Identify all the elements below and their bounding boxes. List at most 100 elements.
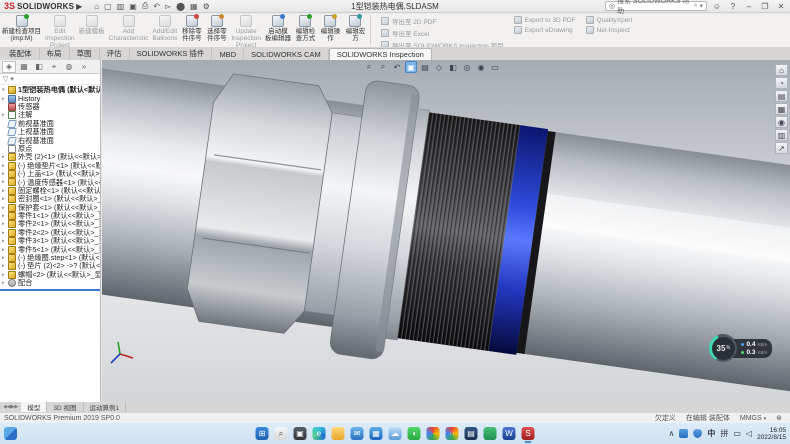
view-settings-icon[interactable]: ▭ xyxy=(489,61,501,73)
ribbon-button[interactable]: 新建模板 xyxy=(77,14,107,50)
word-icon[interactable]: W xyxy=(503,427,516,440)
tree-item[interactable]: ▸ 传感器 xyxy=(0,103,100,111)
solidworks-app-icon[interactable]: S xyxy=(522,427,535,440)
zoom-fit-icon[interactable]: ⌕ xyxy=(363,61,375,73)
tree-item[interactable]: ▸ 原点 xyxy=(0,145,100,153)
ribbon-tab[interactable]: SOLIDWORKS Inspection xyxy=(329,48,432,60)
reader-app-icon[interactable]: ▤ xyxy=(465,427,478,440)
volume-icon[interactable]: ◁ xyxy=(746,429,752,438)
tree-item[interactable]: ▸ 螺帽<2> (默认<<默认>_显示状态 xyxy=(0,271,100,279)
display-style-icon[interactable]: ◧ xyxy=(447,61,459,73)
resources-tab-icon[interactable]: ⌂ xyxy=(775,64,788,76)
ribbon-button[interactable]: Add Characteristic xyxy=(107,14,151,50)
tree-item[interactable]: ▸ (-) 绝缘圈.step<1> (默认<<默认>_ xyxy=(0,254,100,262)
save-icon[interactable]: ▣ xyxy=(127,2,139,11)
tray-chevron-icon[interactable]: ∧ xyxy=(669,429,675,438)
wechat-icon[interactable]: ◖ xyxy=(408,427,421,440)
performance-monitor-overlay[interactable]: 35% 0.4 KB/s 0.3 KB/s xyxy=(709,334,772,362)
tree-item[interactable]: ▸ 右视基准面 xyxy=(0,136,100,144)
tree-item[interactable]: ▸ History xyxy=(0,94,100,102)
zoom-area-icon[interactable]: ⌕ xyxy=(377,61,389,73)
export-button[interactable]: Export to 3D PDF xyxy=(514,16,576,24)
tree-item[interactable]: ▸ 零件1<1> (默认<<默认>_显示状态 xyxy=(0,212,100,220)
ime-language-indicator[interactable]: 中 xyxy=(707,428,715,439)
tree-item[interactable]: ▸ (-) 绝缘垫片<1> (默认<<默认>_显示 xyxy=(0,162,100,170)
ribbon-button[interactable]: 编辑操 作 xyxy=(318,14,343,50)
section-view-icon[interactable]: ▣ xyxy=(405,61,417,73)
status-badge-icon[interactable]: ⊛ xyxy=(776,414,782,422)
ribbon-button[interactable]: Update Inspection Project xyxy=(229,14,263,50)
mail-icon[interactable]: ✉ xyxy=(351,427,364,440)
store-icon[interactable]: ▦ xyxy=(370,427,383,440)
tree-item[interactable]: ▸ 上视基准面 xyxy=(0,128,100,136)
options-icon[interactable]: ⚙ xyxy=(201,2,212,11)
tree-item[interactable]: ▸ 保护套<1> (默认<<默认>_显示状态 xyxy=(0,203,100,211)
restore-button[interactable]: ❐ xyxy=(759,2,771,11)
ribbon-tab[interactable]: 布局 xyxy=(40,47,70,60)
tree-item[interactable]: ▸ 零件2<2> (默认<<默认>_显示状态 xyxy=(0,229,100,237)
displaymanager-tab[interactable]: ◍ xyxy=(62,61,76,73)
tray-app-icon[interactable] xyxy=(679,429,688,438)
document-tab[interactable]: 3D 视图 xyxy=(47,402,83,412)
search-icon[interactable]: ⌕ xyxy=(275,427,288,440)
clock[interactable]: 16:05 2022/8/15 xyxy=(757,427,786,441)
export-button[interactable]: 导出至 2D PDF xyxy=(381,16,504,26)
tree-root-item[interactable]: ▾ 1型铠装热电偶 (默认<默认_显示状态-1 xyxy=(0,86,100,94)
ribbon-tab[interactable]: 评估 xyxy=(100,47,130,60)
ribbon-button[interactable]: 移除零 件序号 xyxy=(179,14,204,50)
chrome-icon[interactable]: ◌ xyxy=(446,427,459,440)
dimxpert-tab[interactable]: ⌖ xyxy=(47,61,61,73)
ribbon-tab[interactable]: SOLIDWORKS 插件 xyxy=(130,47,213,60)
help-button[interactable]: ? xyxy=(727,2,739,11)
tree-item[interactable]: ▸ 配合 xyxy=(0,279,100,287)
panel-splitter[interactable] xyxy=(0,289,100,291)
tree-filter-row[interactable]: ▽ ▾ xyxy=(0,74,100,85)
help-search-box[interactable]: ◎ 搜索 SOLIDWORKS 帮助 ⌕ ▾ xyxy=(605,1,707,11)
ribbon-button[interactable]: Add/Edit Balloons xyxy=(150,14,179,50)
view-palette-tab-icon[interactable]: ▦ xyxy=(775,103,788,115)
custom-properties-tab-icon[interactable]: ▥ xyxy=(775,129,788,141)
hide-show-items-icon[interactable]: ◎ xyxy=(461,61,473,73)
filter-dropdown-icon[interactable]: ▾ xyxy=(10,75,14,83)
home-icon[interactable]: ⌂ xyxy=(92,2,101,11)
print-icon[interactable]: ⎙ xyxy=(140,1,150,11)
propertymanager-tab[interactable]: ▦ xyxy=(17,61,31,73)
minimize-button[interactable]: – xyxy=(743,2,755,11)
ribbon-tab[interactable]: SOLIDWORKS CAM xyxy=(244,49,329,60)
snip-tool-icon[interactable]: ▣ xyxy=(294,427,307,440)
tree-item[interactable]: ▸ 固定螺栓<1> (默认<<默认>_显示状 xyxy=(0,187,100,195)
ribbon-tab[interactable]: MBD xyxy=(212,49,244,60)
graphics-viewport[interactable]: ⌕⌕↶▣▤◇◧◎◉▭ ⌂◔▤▦◉▥↗ 35% 0.4 xyxy=(102,60,790,402)
file-explorer-icon[interactable] xyxy=(332,427,345,440)
start-icon[interactable]: ⊞ xyxy=(256,427,269,440)
tree-item[interactable]: ▸ (-) 垫片 (2)<2> ->? (默认<<默认>_ xyxy=(0,262,100,270)
units-selector[interactable]: MMGS ▾ xyxy=(740,415,766,422)
tree-item[interactable]: ▸ 前视基准面 xyxy=(0,120,100,128)
tree-item[interactable]: ▸ 零件2<1> (默认<<默认>_显示状态 xyxy=(0,220,100,228)
file-explorer-tab-icon[interactable]: ▤ xyxy=(775,90,788,102)
export-button[interactable]: Export eDrawing xyxy=(514,26,576,34)
ribbon-button[interactable]: 新建检查项目 (imp:M) xyxy=(0,14,43,50)
file-properties-icon[interactable]: ▦ xyxy=(188,2,200,11)
ribbon-tab[interactable]: 草图 xyxy=(70,47,100,60)
ribbon-tab[interactable]: 装配体 xyxy=(2,47,40,60)
tree-item[interactable]: ▸ 零件5<1> (默认<<默认>_显示状态 xyxy=(0,245,100,253)
tab-scroll-arrows[interactable]: ◀◀▶▶ xyxy=(0,404,21,410)
close-button[interactable]: ✕ xyxy=(775,2,787,11)
view-orientation-icon[interactable]: ◇ xyxy=(433,61,445,73)
tree-item[interactable]: ▸ 外壳 (2)<1> (默认<<默认>_显示状态 xyxy=(0,153,100,161)
tray-shield-icon[interactable] xyxy=(693,429,702,438)
rebuild-icon[interactable]: ⬤ xyxy=(174,2,187,11)
search-icon[interactable]: ⌕ xyxy=(694,2,698,10)
export-button[interactable]: QualityXpert xyxy=(586,16,633,24)
login-button[interactable]: ☺ xyxy=(711,2,723,11)
appearances-tab-icon[interactable]: ◉ xyxy=(775,116,788,128)
document-tab[interactable]: 运动算例1 xyxy=(84,402,127,412)
ribbon-button[interactable]: Edit Inspection Project xyxy=(43,14,77,50)
document-tab[interactable]: 模型 xyxy=(21,402,47,412)
search-dropdown-icon[interactable]: ▾ xyxy=(699,2,703,10)
ime-mode-indicator[interactable]: 拼 xyxy=(720,428,728,439)
display-icon[interactable]: ▭ xyxy=(733,429,741,438)
featuremanager-tab[interactable]: ◈ xyxy=(2,61,16,73)
ribbon-button[interactable]: 启动模 板编辑器 xyxy=(263,14,293,50)
